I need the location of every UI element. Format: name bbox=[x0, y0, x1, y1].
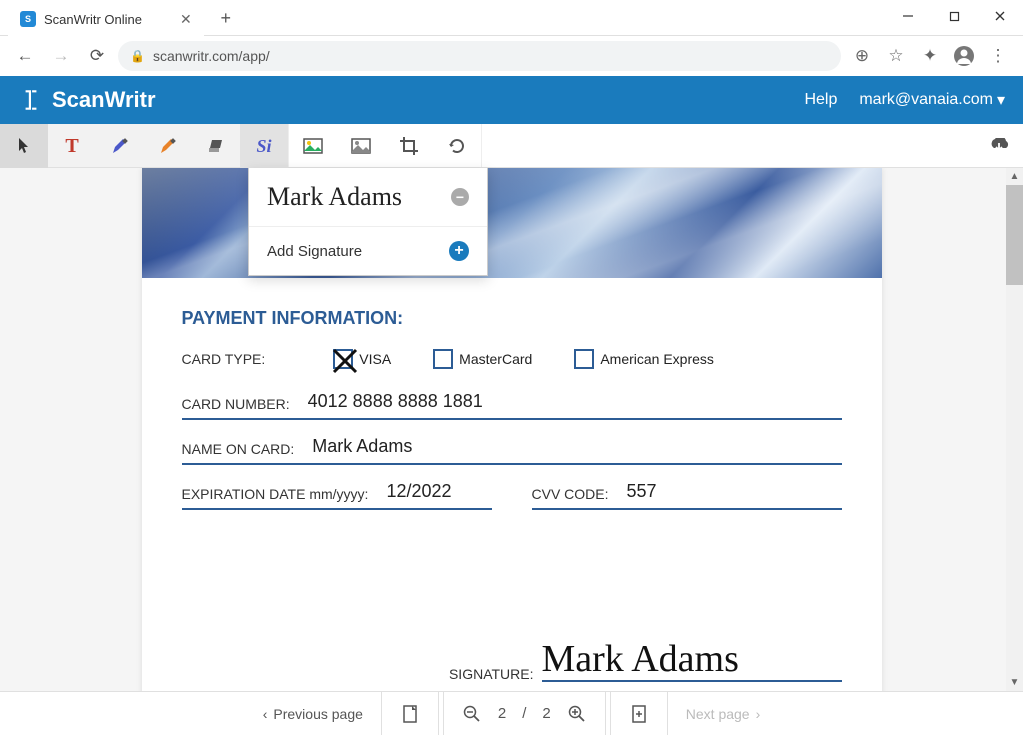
signature-area: SIGNATURE: Mark Adams bbox=[182, 640, 842, 682]
checkbox-icon bbox=[433, 349, 453, 369]
export-button[interactable] bbox=[975, 124, 1023, 167]
profile-avatar-icon[interactable] bbox=[949, 41, 979, 71]
page-separator: / bbox=[514, 705, 534, 722]
insert-image-tool[interactable] bbox=[289, 124, 337, 168]
signature-value: Mark Adams bbox=[542, 638, 739, 680]
previous-page-button[interactable]: ‹ Previous page bbox=[249, 692, 377, 735]
name-label: NAME ON CARD: bbox=[182, 441, 295, 457]
cvv-label: CVV CODE: bbox=[532, 486, 609, 502]
chevron-down-icon: ▾ bbox=[997, 90, 1005, 110]
name-value[interactable]: Mark Adams bbox=[312, 436, 412, 457]
card-number-row: CARD NUMBER: 4012 8888 8888 1881 bbox=[182, 385, 842, 420]
help-link[interactable]: Help bbox=[804, 91, 837, 109]
app-logo[interactable]: ScanWritr bbox=[18, 87, 156, 113]
new-tab-button[interactable]: + bbox=[212, 4, 240, 32]
nav-back-button[interactable]: ← bbox=[10, 41, 40, 71]
option-amex[interactable]: American Express bbox=[574, 349, 714, 369]
url-text: scanwritr.com/app/ bbox=[153, 48, 270, 64]
card-number-value[interactable]: 4012 8888 8888 1881 bbox=[308, 391, 483, 412]
nav-reload-button[interactable]: ⟳ bbox=[82, 41, 112, 71]
bookmark-star-icon[interactable]: ☆ bbox=[881, 41, 911, 71]
app-name: ScanWritr bbox=[52, 87, 156, 113]
minimize-button[interactable] bbox=[885, 0, 931, 32]
card-type-label: CARD TYPE: bbox=[182, 351, 266, 367]
checkbox-checked-icon bbox=[333, 349, 353, 369]
exp-value[interactable]: 12/2022 bbox=[386, 481, 451, 502]
text-cursor-icon bbox=[18, 87, 44, 113]
browser-urlbar-row: ← → ⟳ 🔒 scanwritr.com/app/ ⊕ ☆ ✦ ⋮ bbox=[0, 36, 1023, 76]
editor-toolbar: T Si Mark Adams − Add Signature + bbox=[0, 124, 1023, 168]
signature-field[interactable]: Mark Adams bbox=[542, 640, 842, 682]
url-input[interactable]: 🔒 scanwritr.com/app/ bbox=[118, 41, 841, 71]
chevron-left-icon: ‹ bbox=[263, 706, 268, 722]
eraser-tool[interactable] bbox=[192, 124, 240, 168]
next-page-button: Next page › bbox=[672, 692, 775, 735]
exp-cvv-row: EXPIRATION DATE mm/yyyy: 12/2022 CVV COD… bbox=[182, 475, 842, 510]
add-signature-button[interactable]: + bbox=[449, 241, 469, 261]
page-total: 2 bbox=[534, 705, 558, 722]
option-mastercard[interactable]: MasterCard bbox=[433, 349, 532, 369]
remove-signature-button[interactable]: − bbox=[451, 188, 469, 206]
nav-forward-button[interactable]: → bbox=[46, 41, 76, 71]
zoom-indicator-icon[interactable]: ⊕ bbox=[847, 41, 877, 71]
scrollbar-thumb[interactable] bbox=[1006, 185, 1023, 285]
crop-tool[interactable] bbox=[385, 124, 433, 168]
add-signature-row[interactable]: Add Signature + bbox=[249, 227, 487, 275]
page-current: 2 bbox=[490, 705, 514, 722]
section-title: PAYMENT INFORMATION: bbox=[182, 308, 842, 329]
close-window-button[interactable] bbox=[977, 0, 1023, 32]
name-row: NAME ON CARD: Mark Adams bbox=[182, 430, 842, 465]
tab-title: ScanWritr Online bbox=[44, 12, 142, 27]
cvv-value[interactable]: 557 bbox=[627, 481, 657, 502]
signature-dropdown: Mark Adams − Add Signature + bbox=[248, 168, 488, 276]
extensions-icon[interactable]: ✦ bbox=[915, 41, 945, 71]
scroll-up-arrow-icon[interactable]: ▲ bbox=[1006, 168, 1023, 185]
tab-close-icon[interactable]: ✕ bbox=[180, 11, 192, 28]
signature-label: SIGNATURE: bbox=[449, 666, 534, 682]
rotate-tool[interactable] bbox=[433, 124, 481, 168]
chevron-right-icon: › bbox=[756, 706, 761, 722]
maximize-button[interactable] bbox=[931, 0, 977, 32]
window-controls bbox=[885, 0, 1023, 32]
favicon-icon: S bbox=[20, 11, 36, 27]
checkbox-icon bbox=[574, 349, 594, 369]
pager-footer: ‹ Previous page 2 / 2 Next page › bbox=[0, 691, 1023, 735]
window-titlebar: S ScanWritr Online ✕ + bbox=[0, 0, 1023, 36]
app-header: ScanWritr Help mark@vanaia.com ▾ bbox=[0, 76, 1023, 124]
vertical-scrollbar[interactable]: ▲ ▼ bbox=[1006, 168, 1023, 691]
fit-page-button[interactable] bbox=[392, 704, 428, 724]
add-signature-label: Add Signature bbox=[267, 243, 362, 260]
canvas-area: PAYMENT INFORMATION: CARD TYPE: VISA Mas… bbox=[0, 168, 1023, 691]
text-tool[interactable]: T bbox=[48, 124, 96, 168]
signature-tool[interactable]: Si bbox=[240, 124, 288, 168]
scroll-down-arrow-icon[interactable]: ▼ bbox=[1006, 674, 1023, 691]
option-visa[interactable]: VISA bbox=[333, 349, 391, 369]
card-type-row: CARD TYPE: VISA MasterCard American Expr… bbox=[182, 349, 842, 369]
browser-tab[interactable]: S ScanWritr Online ✕ bbox=[8, 2, 204, 36]
user-menu[interactable]: mark@vanaia.com ▾ bbox=[859, 90, 1005, 110]
user-email: mark@vanaia.com bbox=[859, 91, 993, 109]
exp-label: EXPIRATION DATE mm/yyyy: bbox=[182, 486, 369, 502]
pointer-tool[interactable] bbox=[0, 124, 48, 168]
lock-icon: 🔒 bbox=[130, 49, 145, 63]
marker-tool[interactable] bbox=[144, 124, 192, 168]
add-page-button[interactable] bbox=[621, 704, 657, 724]
zoom-in-button[interactable] bbox=[559, 705, 595, 723]
signature-preview: Mark Adams bbox=[267, 182, 402, 212]
card-number-label: CARD NUMBER: bbox=[182, 396, 290, 412]
chrome-menu-icon[interactable]: ⋮ bbox=[983, 41, 1013, 71]
zoom-out-button[interactable] bbox=[454, 705, 490, 723]
pen-tool[interactable] bbox=[96, 124, 144, 168]
image-filter-tool[interactable] bbox=[337, 124, 385, 168]
signature-item[interactable]: Mark Adams − bbox=[249, 168, 487, 227]
